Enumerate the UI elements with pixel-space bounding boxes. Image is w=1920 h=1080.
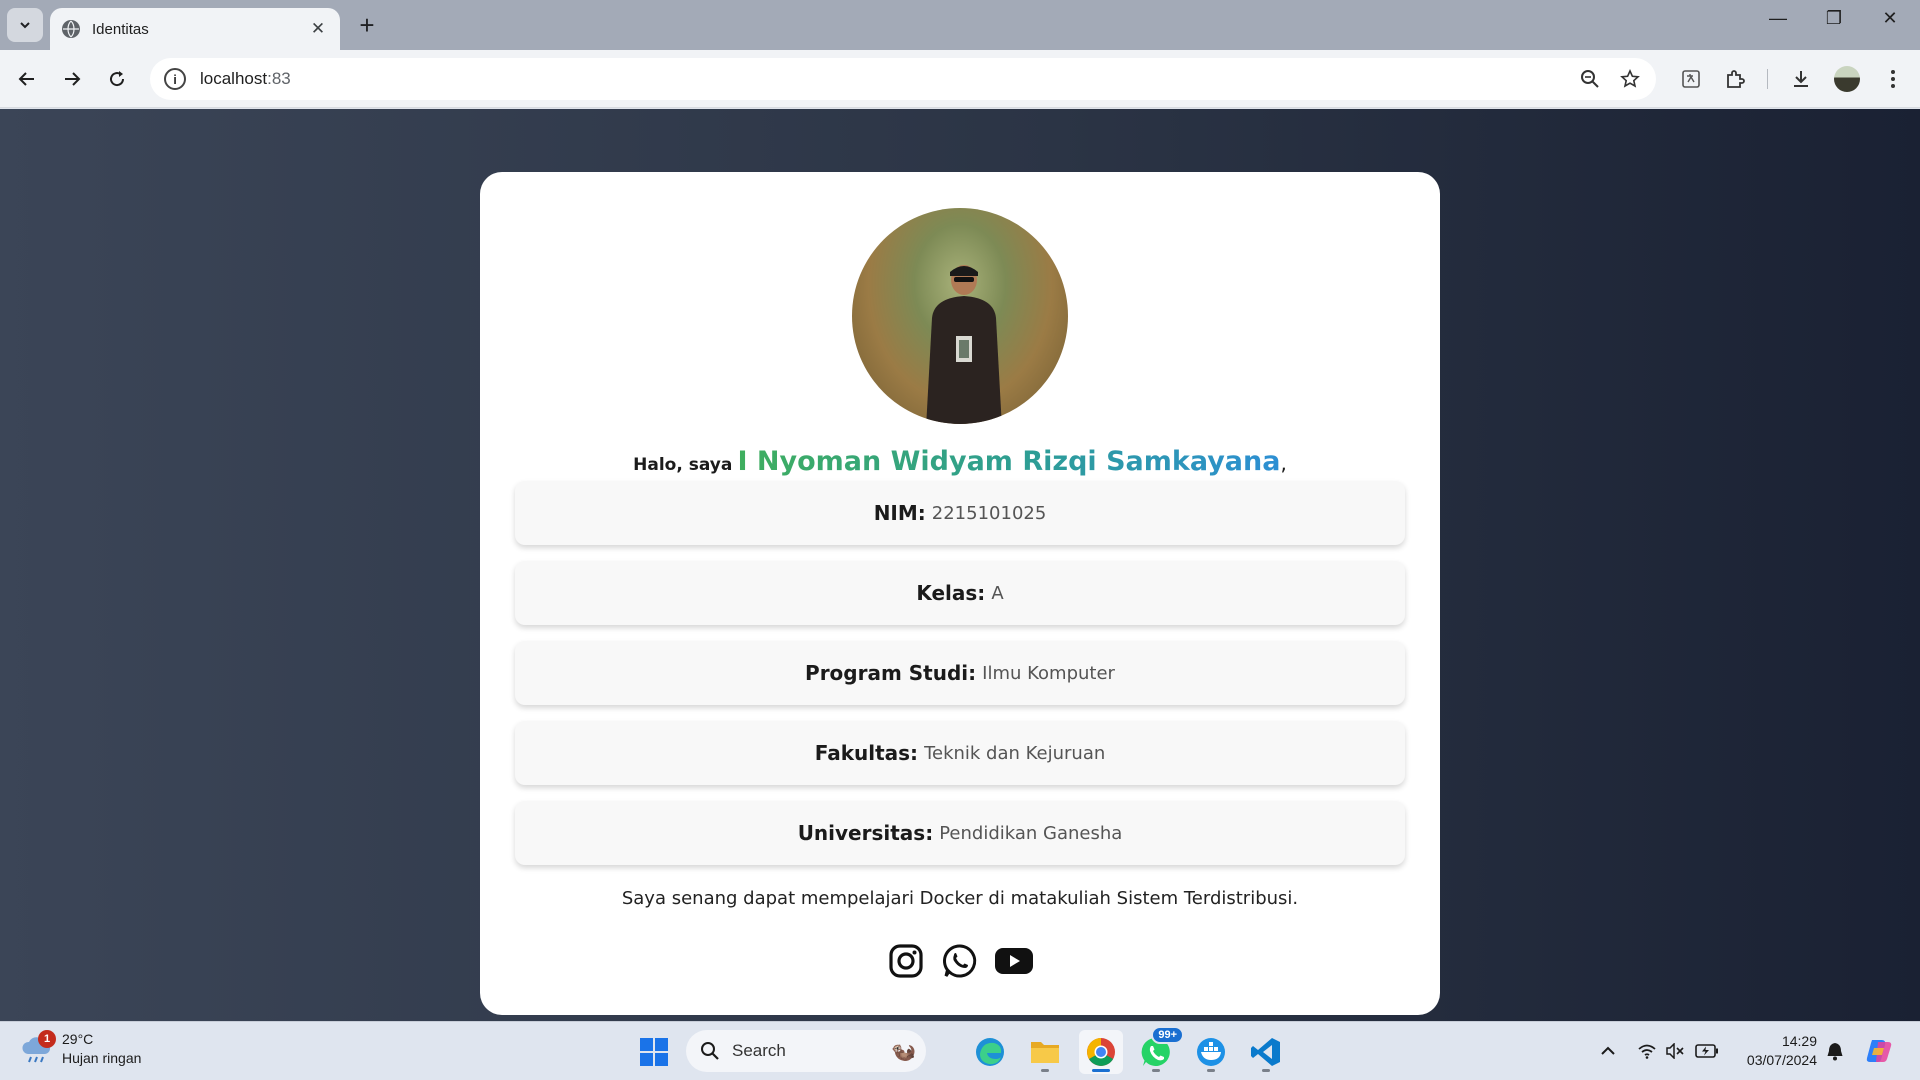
- taskbar-vscode[interactable]: [1244, 1030, 1288, 1074]
- tab-search-button[interactable]: [7, 8, 43, 42]
- browser-toolbar: i localhost:83: [0, 50, 1920, 108]
- search-label: Search: [732, 1041, 786, 1060]
- url-text[interactable]: localhost:83: [200, 69, 1570, 89]
- profile-avatar[interactable]: [1830, 64, 1864, 94]
- taskbar: 1 29°C Hujan ringan Search 🦦 99+ 14:29 0…: [0, 1021, 1920, 1080]
- chrome-icon: [1087, 1038, 1115, 1066]
- social-links: [480, 940, 1440, 982]
- search-highlight-icon: 🦦: [891, 1040, 916, 1063]
- info-value: Pendidikan Ganesha: [939, 822, 1123, 844]
- search-icon: [701, 1042, 719, 1060]
- weather-widget[interactable]: 1 29°C Hujan ringan: [20, 1030, 141, 1068]
- site-info-icon[interactable]: i: [164, 68, 186, 90]
- profile-name: I Nyoman Widyam Rizqi Samkayana: [737, 446, 1281, 477]
- rain-cloud-icon: 1: [20, 1030, 56, 1064]
- info-item-kelas: Kelas: A: [515, 561, 1405, 625]
- taskbar-file-explorer[interactable]: [1023, 1030, 1067, 1074]
- arrow-left-icon: [18, 72, 34, 86]
- info-label: Fakultas:: [814, 741, 919, 765]
- folder-icon: [1031, 1042, 1059, 1063]
- back-button[interactable]: [12, 64, 42, 94]
- weather-temp: 29°C: [62, 1031, 94, 1047]
- clock-time: 14:29: [1781, 1033, 1817, 1049]
- info-item-fakultas: Fakultas: Teknik dan Kejuruan: [515, 721, 1405, 785]
- info-item-nim: NIM: 2215101025: [515, 481, 1405, 545]
- greeting-comma: ,: [1280, 451, 1287, 475]
- youtube-icon[interactable]: [993, 940, 1035, 982]
- taskbar-clock[interactable]: 14:29 03/07/2024: [1733, 1032, 1817, 1070]
- taskbar-search[interactable]: Search 🦦: [686, 1030, 926, 1072]
- browser-tab[interactable]: Identitas ✕: [50, 8, 340, 50]
- start-button[interactable]: [632, 1030, 676, 1074]
- reload-button[interactable]: [102, 64, 132, 94]
- whatsapp-badge: 99+: [1151, 1026, 1184, 1044]
- tab-close-icon[interactable]: ✕: [308, 19, 328, 39]
- info-item-program-studi: Program Studi: Ilmu Komputer: [515, 641, 1405, 705]
- tray-overflow-chevron-icon[interactable]: [1596, 1038, 1620, 1064]
- info-label: NIM:: [873, 501, 926, 525]
- new-tab-button[interactable]: +: [352, 10, 382, 41]
- edge-icon: [976, 1038, 1004, 1066]
- instagram-icon[interactable]: [885, 940, 927, 982]
- greeting-prefix: Halo, saya: [633, 455, 733, 475]
- volume-muted-icon[interactable]: [1664, 1038, 1686, 1064]
- restore-icon[interactable]: ❐: [1814, 8, 1854, 29]
- taskbar-whatsapp[interactable]: 99+: [1134, 1026, 1184, 1074]
- wifi-icon[interactable]: [1636, 1038, 1658, 1064]
- taskbar-edge[interactable]: [968, 1030, 1012, 1074]
- toolbar-divider: [1767, 69, 1768, 89]
- info-item-universitas: Universitas: Pendidikan Ganesha: [515, 801, 1405, 865]
- battery-charging-icon[interactable]: [1694, 1038, 1720, 1064]
- window-close-icon[interactable]: ✕: [1870, 8, 1910, 29]
- profile-card: Halo, saya I Nyoman Widyam Rizqi Samkaya…: [480, 172, 1440, 1015]
- forward-button[interactable]: [57, 64, 87, 94]
- extensions-icon[interactable]: [1718, 64, 1752, 94]
- downloads-icon[interactable]: [1784, 64, 1818, 94]
- windows-icon: [640, 1038, 668, 1066]
- taskbar-chrome[interactable]: [1079, 1030, 1123, 1074]
- profile-photo: [852, 208, 1068, 424]
- bookmark-star-icon[interactable]: [1610, 69, 1650, 89]
- info-value: 2215101025: [931, 502, 1047, 524]
- reload-icon: [110, 71, 125, 87]
- info-label: Universitas:: [797, 821, 934, 845]
- docker-icon: [1197, 1038, 1225, 1066]
- zoom-icon[interactable]: [1570, 69, 1610, 89]
- notification-bell-icon[interactable]: [1824, 1038, 1846, 1064]
- translate-icon[interactable]: [1674, 64, 1708, 94]
- info-value: Teknik dan Kejuruan: [924, 742, 1106, 764]
- chevron-down-icon: [20, 22, 30, 29]
- info-value: A: [991, 582, 1004, 604]
- info-label: Program Studi:: [805, 661, 977, 685]
- arrow-right-icon: [65, 72, 81, 86]
- person-silhouette: [926, 265, 1002, 424]
- clock-date: 03/07/2024: [1746, 1052, 1817, 1068]
- minimize-icon[interactable]: —: [1758, 8, 1798, 29]
- vscode-icon: [1251, 1038, 1280, 1066]
- info-value: Ilmu Komputer: [982, 662, 1115, 684]
- weather-desc: Hujan ringan: [62, 1050, 142, 1066]
- taskbar-docker[interactable]: [1189, 1030, 1233, 1074]
- tab-strip: Identitas ✕ + — ❐ ✕: [0, 0, 1920, 50]
- bio-text: Saya senang dapat mempelajari Docker di …: [621, 888, 1299, 909]
- tab-title: Identitas: [92, 20, 149, 38]
- greeting: Halo, saya I Nyoman Widyam Rizqi Samkaya…: [480, 446, 1440, 477]
- info-label: Kelas:: [916, 581, 986, 605]
- page-viewport: Halo, saya I Nyoman Widyam Rizqi Samkaya…: [0, 109, 1920, 1021]
- copilot-icon[interactable]: [1862, 1038, 1896, 1064]
- weather-badge: 1: [38, 1030, 56, 1048]
- menu-kebab-icon[interactable]: [1876, 64, 1910, 94]
- address-bar[interactable]: i localhost:83: [150, 58, 1656, 100]
- whatsapp-icon[interactable]: [939, 940, 981, 982]
- info-list: NIM: 2215101025 Kelas: A Program Studi: …: [515, 481, 1405, 881]
- globe-icon: [62, 20, 80, 38]
